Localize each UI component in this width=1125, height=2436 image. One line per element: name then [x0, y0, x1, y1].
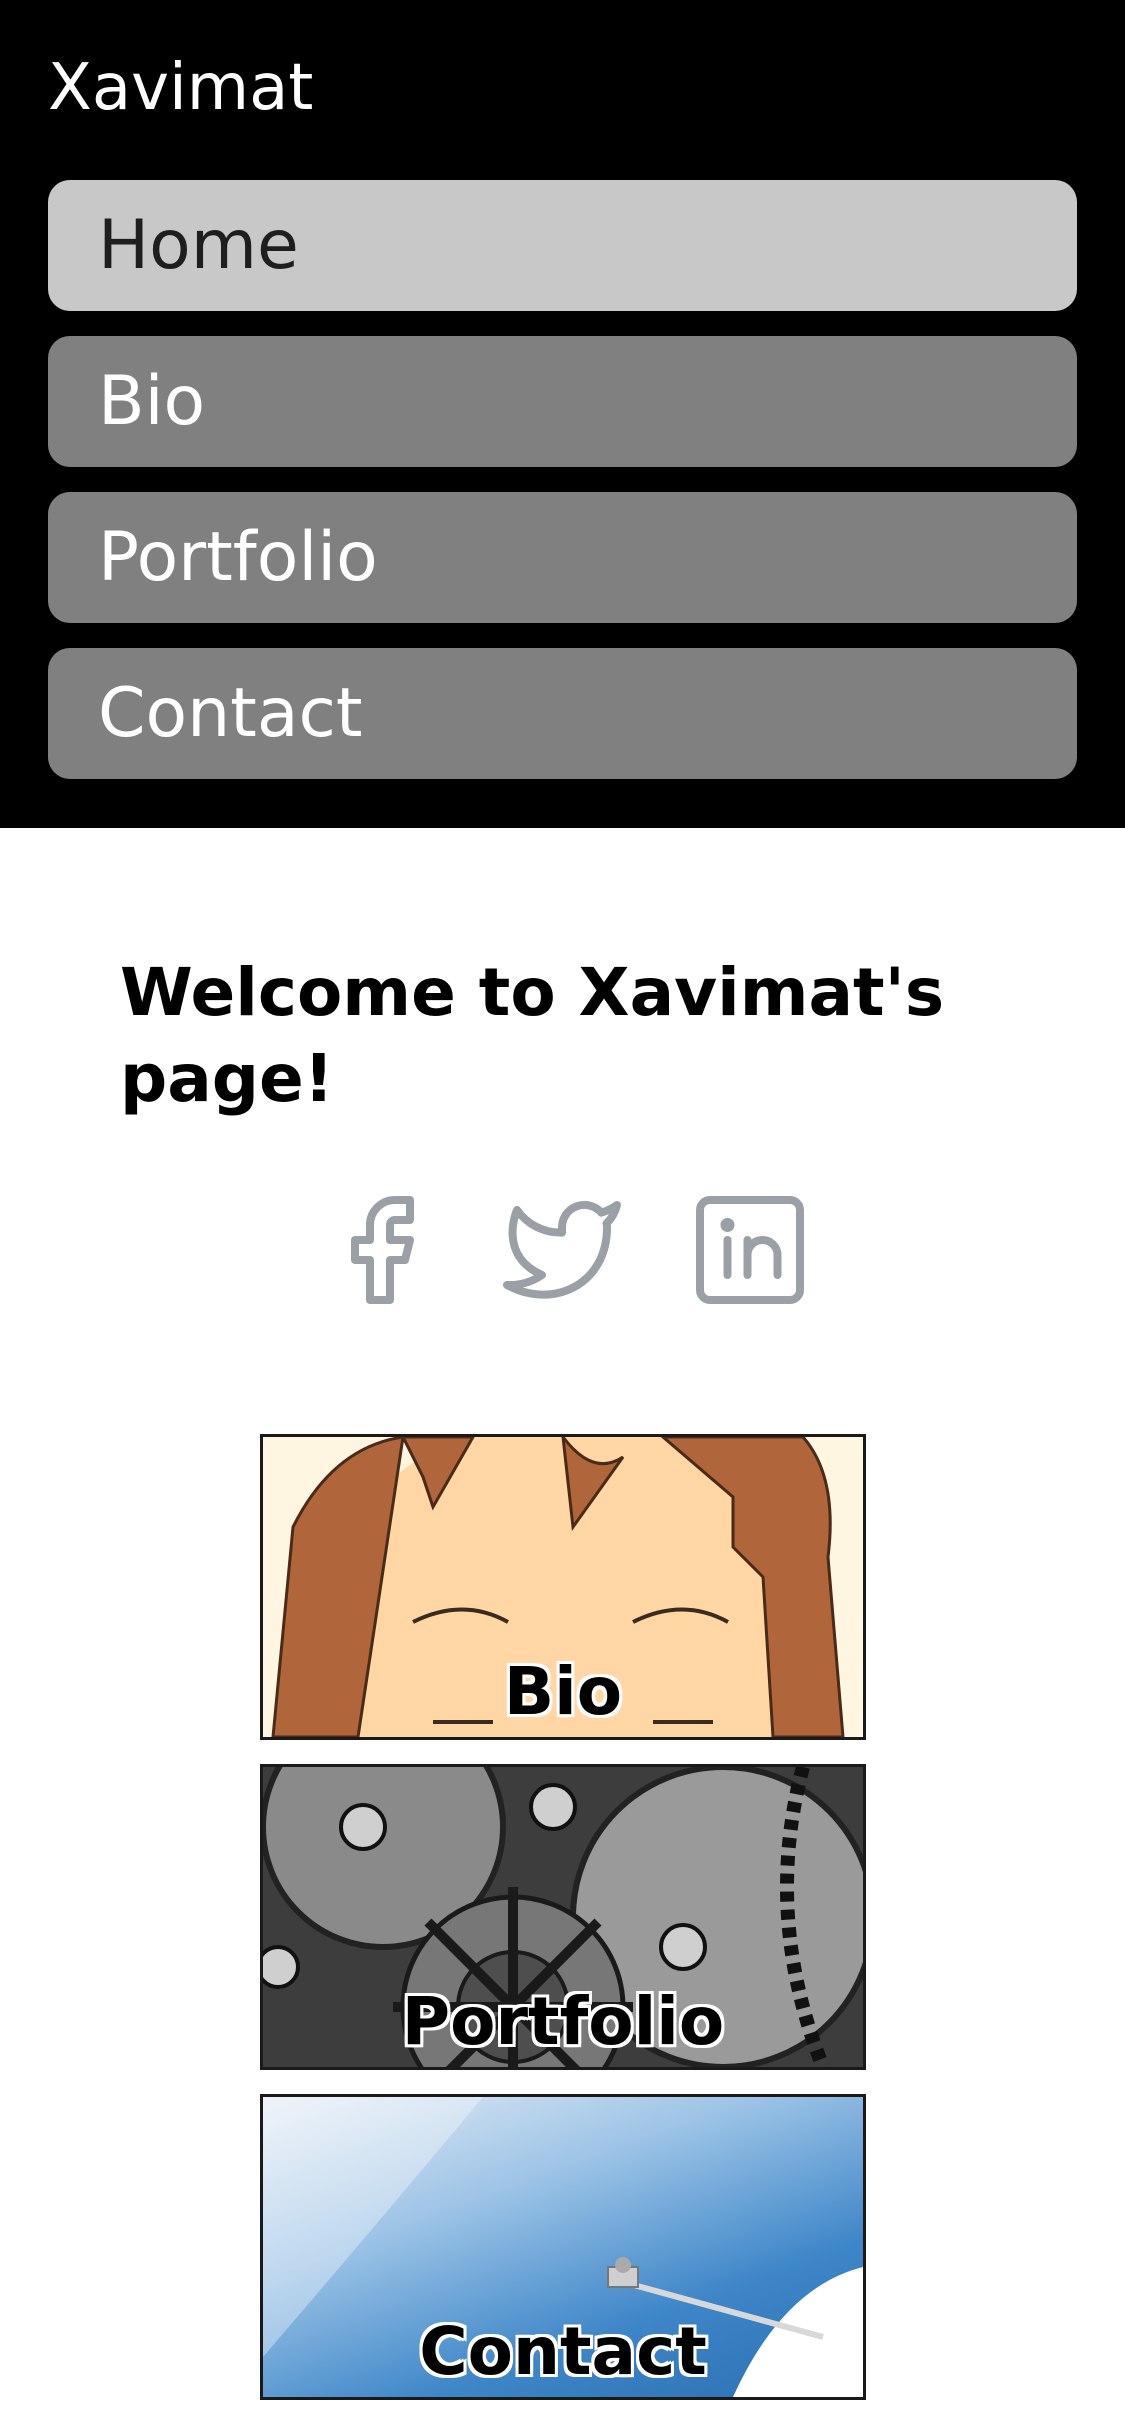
nav-item-home[interactable]: Home [48, 180, 1077, 311]
nav-item-portfolio[interactable]: Portfolio [48, 492, 1077, 623]
portfolio-tile[interactable]: Portfolio [260, 1764, 866, 2070]
site-title[interactable]: Xavimat [48, 48, 313, 128]
nav-item-contact[interactable]: Contact [48, 648, 1077, 779]
bio-tile[interactable]: Bio [260, 1434, 866, 1740]
portfolio-tile-label: Portfolio [401, 1983, 725, 2060]
twitter-icon[interactable] [502, 1190, 622, 1310]
contact-tile-label: Contact [419, 2313, 707, 2390]
welcome-heading: Welcome to Xavimat's page! [120, 954, 945, 1117]
linkedin-icon[interactable] [690, 1190, 810, 1310]
site-header: Xavimat Home Bio Portfolio Contact [0, 0, 1125, 828]
bio-tile-label: Bio [503, 1653, 623, 1730]
nav-item-bio[interactable]: Bio [48, 336, 1077, 467]
facebook-icon[interactable] [320, 1190, 440, 1310]
contact-tile[interactable]: Contact [260, 2094, 866, 2400]
